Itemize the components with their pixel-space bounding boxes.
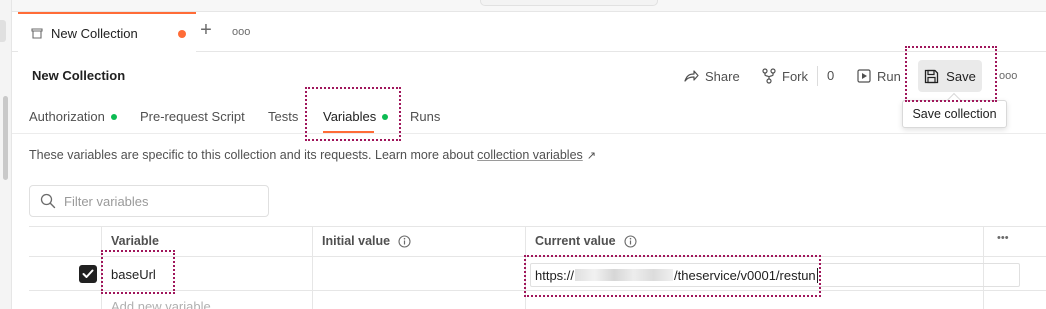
highlight-baseurl <box>101 250 175 294</box>
search-icon <box>40 193 56 209</box>
info-icon[interactable] <box>398 234 411 248</box>
collection-icon <box>31 28 43 39</box>
share-icon <box>684 70 699 82</box>
fork-count[interactable]: 0 <box>827 68 834 83</box>
tab-runs[interactable]: Runs <box>410 109 440 124</box>
top-strip <box>12 0 1046 12</box>
tab-pre-request-script[interactable]: Pre-request Script <box>140 109 245 124</box>
page-title: New Collection <box>32 68 126 83</box>
status-dot <box>110 113 117 120</box>
new-tab-button[interactable]: + <box>196 20 216 41</box>
collection-variables-link[interactable]: collection variables <box>477 148 583 162</box>
column-header-current-value: Current value <box>535 234 637 248</box>
add-new-variable[interactable]: Add new variable <box>111 299 211 309</box>
collection-header: New Collection Share Fork 0 Run Save ooo <box>12 52 1046 100</box>
run-label: Run <box>877 68 901 84</box>
tab-label: Tests <box>268 109 299 124</box>
sidebar-collapse-handle[interactable] <box>0 20 6 42</box>
column-header-initial-value: Initial value <box>322 234 411 248</box>
run-button[interactable]: Run <box>857 66 901 86</box>
tab-label: Runs <box>410 109 441 124</box>
highlight-variables-tab <box>305 87 401 141</box>
more-options-button[interactable]: ooo <box>999 66 1017 86</box>
share-button[interactable]: Share <box>684 66 740 86</box>
filter-variables-input[interactable] <box>64 193 254 209</box>
tab-label: Authorization <box>29 109 105 124</box>
tab-tests[interactable]: Tests <box>268 109 298 124</box>
tab-label: Pre-request Script <box>140 109 245 124</box>
tab-bar: New Collection + ooo <box>12 12 1046 52</box>
fork-button[interactable]: Fork <box>762 66 808 86</box>
collection-subtabs: Authorization Pre-request Script Tests V… <box>12 100 1046 134</box>
external-link-icon: ↗ <box>586 150 596 162</box>
tab-options-button[interactable]: ooo <box>232 22 250 42</box>
share-label: Share <box>705 68 740 84</box>
column-header-label: Current value <box>535 234 616 248</box>
column-header-variable: Variable <box>111 234 159 248</box>
search-bar-edge[interactable] <box>480 0 658 6</box>
description-text: These variables are specific to this col… <box>29 148 478 162</box>
info-icon[interactable] <box>624 234 637 248</box>
tab-authorization[interactable]: Authorization <box>29 109 117 124</box>
highlight-save <box>905 46 997 102</box>
scrollbar-thumb[interactable] <box>3 96 8 180</box>
left-gutter <box>0 0 12 309</box>
fork-icon <box>762 68 776 84</box>
highlight-current-value <box>524 255 821 297</box>
checkmark-icon <box>82 269 94 278</box>
run-icon <box>857 69 871 83</box>
tab-label: New Collection <box>51 25 138 41</box>
fork-label: Fork <box>782 68 808 84</box>
column-header-label: Initial value <box>322 234 391 248</box>
table-options-button[interactable]: ••• <box>997 232 1009 244</box>
row-enabled-checkbox[interactable] <box>79 265 97 283</box>
tab-new-collection[interactable]: New Collection <box>18 12 196 52</box>
variables-description: These variables are specific to this col… <box>29 148 596 162</box>
divider <box>817 66 818 86</box>
filter-variables-box[interactable] <box>29 185 269 217</box>
unsaved-dot <box>178 30 186 38</box>
